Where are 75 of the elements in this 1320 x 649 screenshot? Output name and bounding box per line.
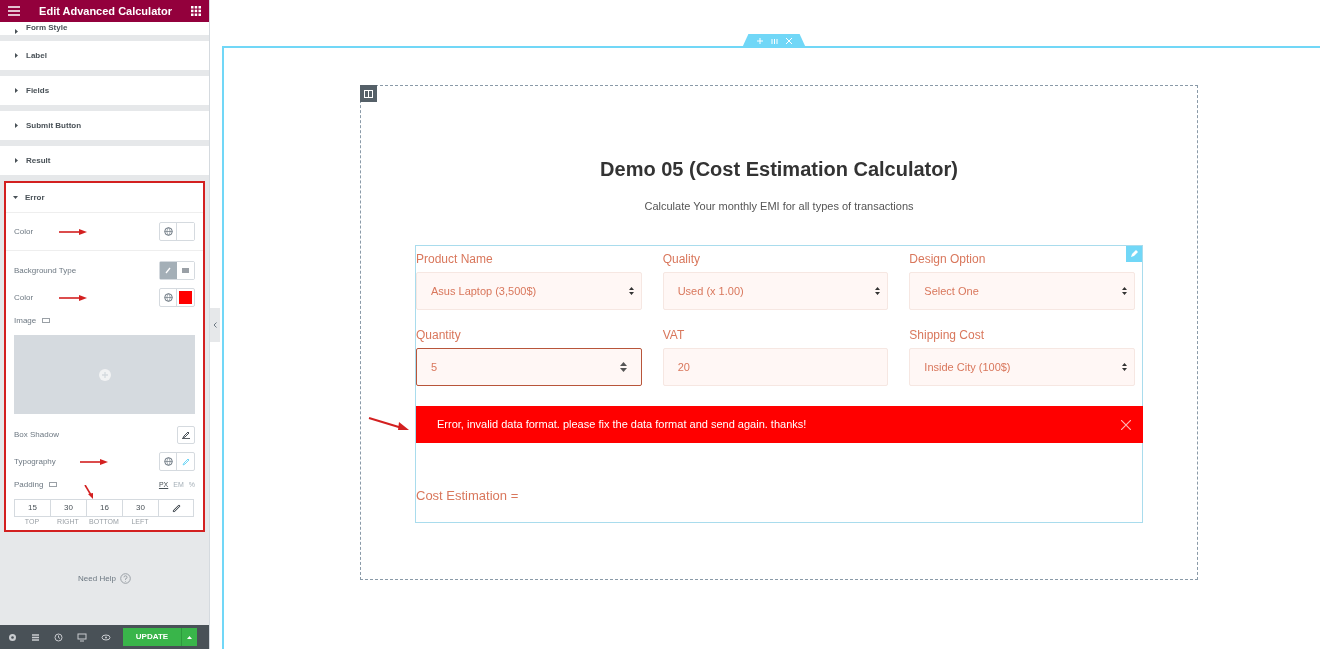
- caret-up-icon: [187, 635, 192, 639]
- edit-button[interactable]: [177, 426, 195, 444]
- select-arrows-icon: [628, 287, 634, 295]
- annotation-arrow-icon: [79, 458, 108, 465]
- caret-right-icon: [15, 53, 19, 58]
- control-label: Image: [14, 315, 37, 327]
- drag-icon[interactable]: [770, 38, 778, 44]
- chevron-left-icon: [213, 322, 217, 328]
- columns-icon: [364, 89, 373, 98]
- add-icon[interactable]: [756, 38, 763, 44]
- calculator-title: Demo 05 (Cost Estimation Calculator): [600, 157, 958, 182]
- section-header[interactable]: Form Style: [0, 22, 209, 35]
- desktop-icon: [42, 318, 51, 324]
- field-label: Shipping Cost: [909, 328, 985, 342]
- caret-right-icon: [15, 123, 19, 128]
- close-icon[interactable]: [1121, 419, 1131, 430]
- caret-right-icon: [15, 158, 19, 163]
- field-label: Quality: [662, 252, 700, 266]
- menu-icon[interactable]: [8, 6, 20, 16]
- caret-down-icon: [13, 195, 18, 200]
- brush-icon: [165, 267, 172, 274]
- annotation-arrow-icon: [368, 417, 410, 431]
- globe-icon[interactable]: [163, 293, 173, 302]
- pencil-icon: [181, 457, 190, 466]
- field-label: Quantity: [416, 328, 461, 342]
- update-options-button[interactable]: [181, 628, 197, 646]
- history-icon[interactable]: [54, 632, 63, 642]
- section-header[interactable]: Result: [0, 146, 209, 175]
- grid-icon[interactable]: [191, 6, 201, 16]
- globe-icon[interactable]: [163, 457, 173, 466]
- pencil-icon: [182, 431, 190, 439]
- result-label: Cost Estimation =: [416, 487, 520, 505]
- spinner-icon[interactable]: [619, 362, 627, 372]
- section-header[interactable]: Submit Button: [0, 111, 209, 140]
- padding-input[interactable]: 15: [14, 499, 50, 517]
- control-label: Typography: [14, 455, 56, 468]
- help-icon[interactable]: [119, 573, 131, 584]
- select-arrows-icon: [875, 287, 881, 295]
- control-label: Color: [14, 291, 34, 304]
- control-label: Background Type: [14, 264, 77, 277]
- select-arrows-icon: [1122, 287, 1127, 295]
- eye-icon[interactable]: [101, 632, 111, 642]
- settings-icon[interactable]: [8, 632, 17, 642]
- select-arrows-icon: [1122, 363, 1127, 371]
- layers-icon[interactable]: [31, 632, 40, 642]
- globe-icon[interactable]: [163, 227, 173, 236]
- pencil-icon: [1130, 250, 1138, 258]
- annotation-arrow-icon: [84, 485, 94, 499]
- control-label: Box Shadow: [14, 429, 59, 441]
- control-label: Padding: [14, 479, 44, 491]
- color-swatch[interactable]: [179, 291, 192, 304]
- padding-input[interactable]: 30: [122, 499, 158, 517]
- gradient-icon: [182, 267, 189, 274]
- annotation-arrow-icon: [59, 294, 88, 301]
- padding-input[interactable]: 30: [50, 499, 86, 517]
- caret-right-icon: [15, 88, 19, 93]
- section-handle[interactable]: [742, 34, 806, 48]
- calculator-subtitle: Calculate Your monthly EMI for all types of transactions: [644, 199, 914, 214]
- panel-title: Edit Advanced Calculator: [39, 3, 172, 19]
- section-header[interactable]: Fields: [0, 76, 209, 105]
- help-link[interactable]: Need Help: [78, 572, 116, 585]
- section-header[interactable]: Label: [0, 41, 209, 70]
- caret-right-icon: [15, 29, 19, 34]
- field-label: Design Option: [909, 252, 986, 266]
- padding-input[interactable]: 16: [86, 499, 122, 517]
- edit-widget-button[interactable]: [1126, 246, 1142, 262]
- field-label: VAT: [662, 328, 685, 342]
- control-label: Color: [14, 225, 34, 238]
- field-label: Product Name: [416, 252, 493, 266]
- collapse-handle[interactable]: [210, 308, 220, 342]
- desktop-icon: [49, 482, 58, 488]
- error-message: Error, invalid data format. please fix the data format and send again. thanks!: [437, 417, 807, 433]
- responsive-icon[interactable]: [77, 632, 87, 642]
- annotation-arrow-icon: [59, 228, 88, 235]
- column-handle[interactable]: [360, 85, 377, 102]
